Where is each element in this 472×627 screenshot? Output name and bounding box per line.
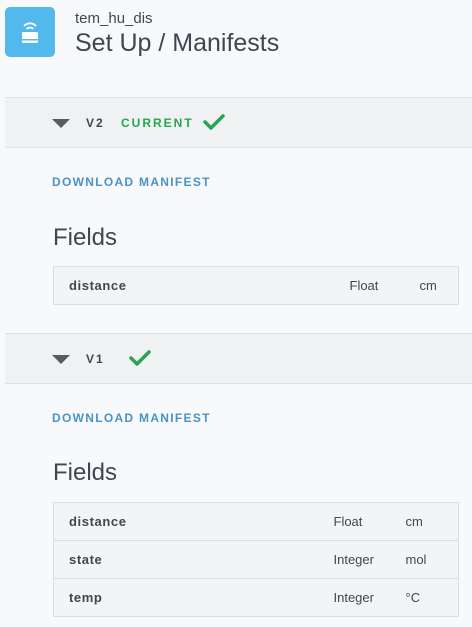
- field-type: Integer: [333, 540, 406, 579]
- field-unit: cm: [419, 278, 437, 293]
- version-v1-toggle[interactable]: V1: [5, 333, 472, 384]
- fields-heading: Fields: [53, 459, 118, 486]
- triangle-down-icon: [52, 355, 70, 364]
- fields-heading: Fields: [53, 224, 118, 251]
- version-v2-toggle[interactable]: V2 CURRENT: [5, 97, 472, 148]
- field-name: temp: [53, 578, 334, 617]
- field-unit: cm: [405, 514, 423, 529]
- checkmark-icon: [203, 114, 225, 130]
- checkmark-icon: [129, 350, 151, 366]
- fields-table: distance Float cm state Integer mol temp…: [53, 502, 459, 617]
- field-name: state: [53, 540, 334, 579]
- field-type: Float: [349, 278, 379, 293]
- download-manifest-link[interactable]: DOWNLOAD MANIFEST: [52, 411, 211, 425]
- field-unit: mol: [405, 540, 459, 579]
- field-name: distance: [69, 278, 127, 293]
- table-row: distance Float cm: [54, 503, 459, 541]
- current-status-badge: CURRENT: [121, 116, 194, 130]
- device-name: tem_hu_dis: [75, 10, 153, 27]
- table-row: state Integer mol: [53, 540, 459, 579]
- page-title: Set Up / Manifests: [75, 29, 280, 57]
- field-type: Integer: [333, 578, 406, 617]
- wifi-device-icon: [5, 7, 55, 57]
- version-label: V1: [86, 352, 105, 366]
- triangle-down-icon: [52, 119, 70, 128]
- field-type: Float: [333, 514, 363, 529]
- field-unit: °C: [405, 578, 459, 617]
- table-row: temp Integer °C: [53, 578, 459, 617]
- download-manifest-link[interactable]: DOWNLOAD MANIFEST: [52, 175, 211, 189]
- table-row: distance Float cm: [54, 267, 459, 305]
- page-header: tem_hu_dis Set Up / Manifests: [0, 0, 472, 97]
- fields-table: distance Float cm: [53, 266, 459, 305]
- field-name: distance: [69, 514, 127, 529]
- version-label: V2: [86, 116, 105, 130]
